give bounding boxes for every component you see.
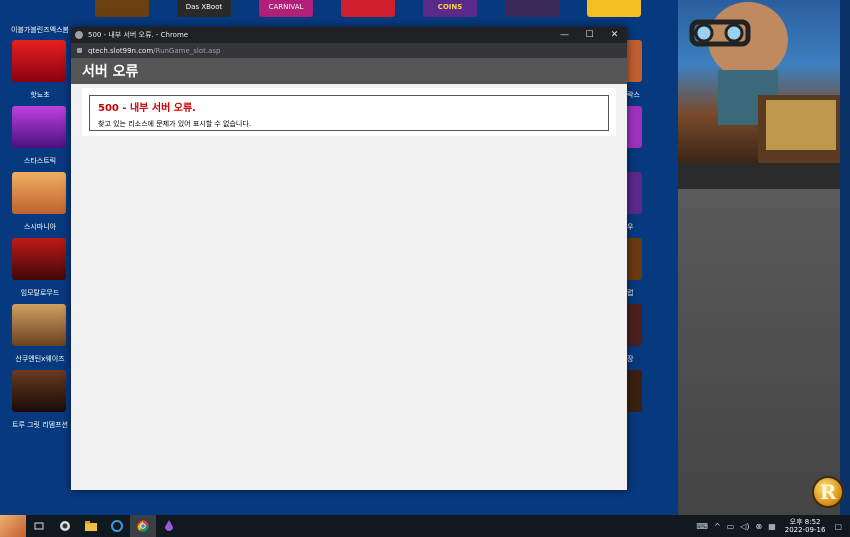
game-thumb[interactable] bbox=[505, 0, 559, 17]
game-thumb-peek[interactable] bbox=[627, 304, 642, 346]
right-panel bbox=[678, 189, 840, 515]
game-label[interactable]: 락스 bbox=[627, 90, 640, 100]
promo-banner[interactable] bbox=[678, 0, 840, 163]
system-tray: ⌨ ^ ▭ ◁) ⊗ ▦ 오후 8:52 2022-09-16 ▢ bbox=[693, 515, 850, 537]
game-thumb-immortal-romance[interactable] bbox=[12, 238, 66, 280]
game-label[interactable]: 스시마니아 bbox=[0, 222, 80, 232]
badge-letter: R bbox=[819, 480, 837, 504]
keyboard-icon[interactable]: ⌨ bbox=[696, 522, 708, 531]
game-thumb-carnival[interactable]: CARNIVAL bbox=[259, 0, 313, 17]
game-label[interactable]: 럽 bbox=[627, 288, 633, 298]
window-titlebar[interactable]: 500 - 내부 서버 오류. - Chrome — ☐ ✕ bbox=[71, 27, 627, 43]
droplet-app-icon[interactable] bbox=[156, 515, 182, 537]
game-thumb-san-quentin[interactable] bbox=[12, 304, 66, 346]
windows-taskbar: ⌨ ^ ▭ ◁) ⊗ ▦ 오후 8:52 2022-09-16 ▢ bbox=[0, 515, 850, 537]
address-bar[interactable]: qtech.slot99n.com/RunGame_slot.asp bbox=[71, 43, 627, 58]
game-thumb-coins[interactable]: COINS bbox=[423, 0, 477, 17]
network-icon[interactable]: ▭ bbox=[727, 522, 735, 531]
banner-strip bbox=[678, 163, 840, 189]
game-list: 이블가블린즈엑스봄 핫뇨초 스타스트릭 스시마니아 임모탈로무드 산쿠엔틴x웨이… bbox=[0, 0, 80, 515]
globe-icon bbox=[75, 31, 83, 39]
folder-icon[interactable] bbox=[78, 515, 104, 537]
ime-icon[interactable]: ▦ bbox=[768, 522, 776, 531]
clock[interactable]: 오후 8:52 2022-09-16 bbox=[785, 518, 826, 534]
game-label[interactable]: 트루 그릿 리뎀프션 bbox=[0, 420, 80, 430]
game-label[interactable]: 스타스트릭 bbox=[0, 156, 80, 166]
game-label[interactable]: 장 bbox=[627, 354, 633, 364]
chrome-icon[interactable] bbox=[130, 515, 156, 537]
chrome-popup-window: 500 - 내부 서버 오류. - Chrome — ☐ ✕ qtech.slo… bbox=[71, 27, 627, 490]
page-header: 서버 오류 bbox=[71, 58, 627, 84]
game-thumb-text: COINS bbox=[437, 3, 463, 11]
game-thumb-true-grit[interactable] bbox=[12, 370, 66, 412]
obs-icon[interactable] bbox=[52, 515, 78, 537]
game-thumb-peek[interactable] bbox=[627, 40, 642, 82]
error-box: 500 - 내부 서버 오류. 찾고 있는 리소스에 문제가 있어 표시할 수 … bbox=[89, 95, 609, 131]
game-thumb-peek[interactable] bbox=[627, 106, 642, 148]
error-title: 500 - 내부 서버 오류. bbox=[98, 103, 196, 114]
maximize-button[interactable]: ☐ bbox=[577, 27, 602, 43]
game-thumb-das-xboot[interactable]: Das XBoot bbox=[177, 0, 231, 17]
game-thumb-peek[interactable] bbox=[627, 370, 642, 412]
page-scrollbar[interactable] bbox=[840, 0, 850, 515]
game-label[interactable]: 핫뇨초 bbox=[0, 90, 80, 100]
game-thumb[interactable] bbox=[341, 0, 395, 17]
clock-time: 오후 8:52 bbox=[789, 518, 821, 526]
game-thumb-peek[interactable] bbox=[627, 238, 642, 280]
volume-icon[interactable]: ◁) bbox=[740, 522, 749, 531]
url-host: qtech.slot99n.com bbox=[88, 46, 154, 55]
window-title: 500 - 내부 서버 오류. - Chrome bbox=[88, 31, 189, 39]
minimize-button[interactable]: — bbox=[552, 27, 577, 43]
game-label[interactable]: 임모탈로무드 bbox=[0, 288, 80, 298]
edge-icon[interactable] bbox=[104, 515, 130, 537]
clock-date: 2022-09-16 bbox=[784, 526, 826, 534]
game-thumb-peek[interactable] bbox=[627, 172, 642, 214]
cancel-circle-icon[interactable]: ⊗ bbox=[755, 522, 762, 531]
close-button[interactable]: ✕ bbox=[602, 27, 627, 43]
game-label[interactable]: 이블가블린즈엑스봄 bbox=[0, 25, 80, 35]
game-thumb-hot-nachos[interactable] bbox=[12, 40, 66, 82]
game-label[interactable]: 산쿠엔틴x웨이즈 bbox=[0, 354, 80, 364]
game-thumb[interactable] bbox=[95, 0, 149, 17]
notification-icon[interactable]: ▢ bbox=[834, 522, 842, 531]
start-button[interactable] bbox=[0, 515, 26, 537]
task-view-icon[interactable] bbox=[26, 515, 52, 537]
url-text[interactable]: qtech.slot99n.com/RunGame_slot.asp bbox=[88, 47, 221, 55]
r-logo-badge[interactable]: R bbox=[812, 476, 844, 508]
game-thumb[interactable] bbox=[587, 0, 641, 17]
error-description: 찾고 있는 리소스에 문제가 있어 표시할 수 없습니다. bbox=[98, 120, 252, 128]
game-thumb-text: Das XBoot bbox=[185, 3, 223, 11]
game-label[interactable]: 우 bbox=[627, 222, 633, 232]
url-path: /RunGame_slot.asp bbox=[153, 46, 221, 55]
game-thumb-star-streak[interactable] bbox=[12, 106, 66, 148]
lock-icon[interactable] bbox=[77, 48, 82, 53]
chevron-up-icon[interactable]: ^ bbox=[714, 522, 721, 531]
error-page: 서버 오류 500 - 내부 서버 오류. 찾고 있는 리소스에 문제가 있어 … bbox=[71, 58, 627, 490]
character-illustration bbox=[689, 2, 840, 163]
error-content: 500 - 내부 서버 오류. 찾고 있는 리소스에 문제가 있어 표시할 수 … bbox=[82, 88, 616, 136]
game-thumb-sushi-mania[interactable] bbox=[12, 172, 66, 214]
game-thumb-text: CARNIVAL bbox=[268, 3, 304, 11]
